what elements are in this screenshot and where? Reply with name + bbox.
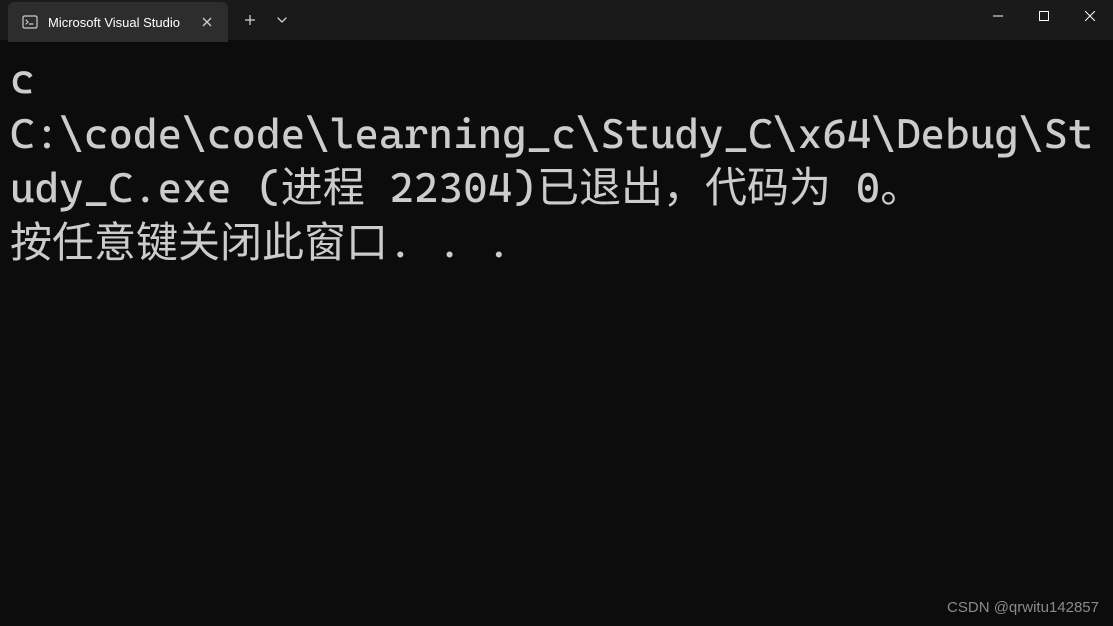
output-line: C:\code\code\learning_c\Study_C\x64\Debu… [10,109,1093,213]
active-tab[interactable]: Microsoft Visual Studio [8,2,228,42]
tab-title: Microsoft Visual Studio [48,15,188,30]
watermark: CSDN @qrwitu142857 [947,599,1099,616]
terminal-output[interactable]: c C:\code\code\learning_c\Study_C\x64\De… [0,40,1113,282]
window-controls [975,0,1113,40]
output-line: 按任意键关闭此窗口. . . [10,218,511,267]
titlebar-left: Microsoft Visual Studio [0,0,298,40]
titlebar: Microsoft Visual Studio [0,0,1113,40]
close-button[interactable] [1067,0,1113,32]
new-tab-button[interactable] [234,4,266,36]
terminal-icon [22,14,38,30]
tab-dropdown-button[interactable] [266,4,298,36]
output-line: c [10,54,35,103]
minimize-button[interactable] [975,0,1021,32]
maximize-button[interactable] [1021,0,1067,32]
tab-close-button[interactable] [198,13,216,31]
